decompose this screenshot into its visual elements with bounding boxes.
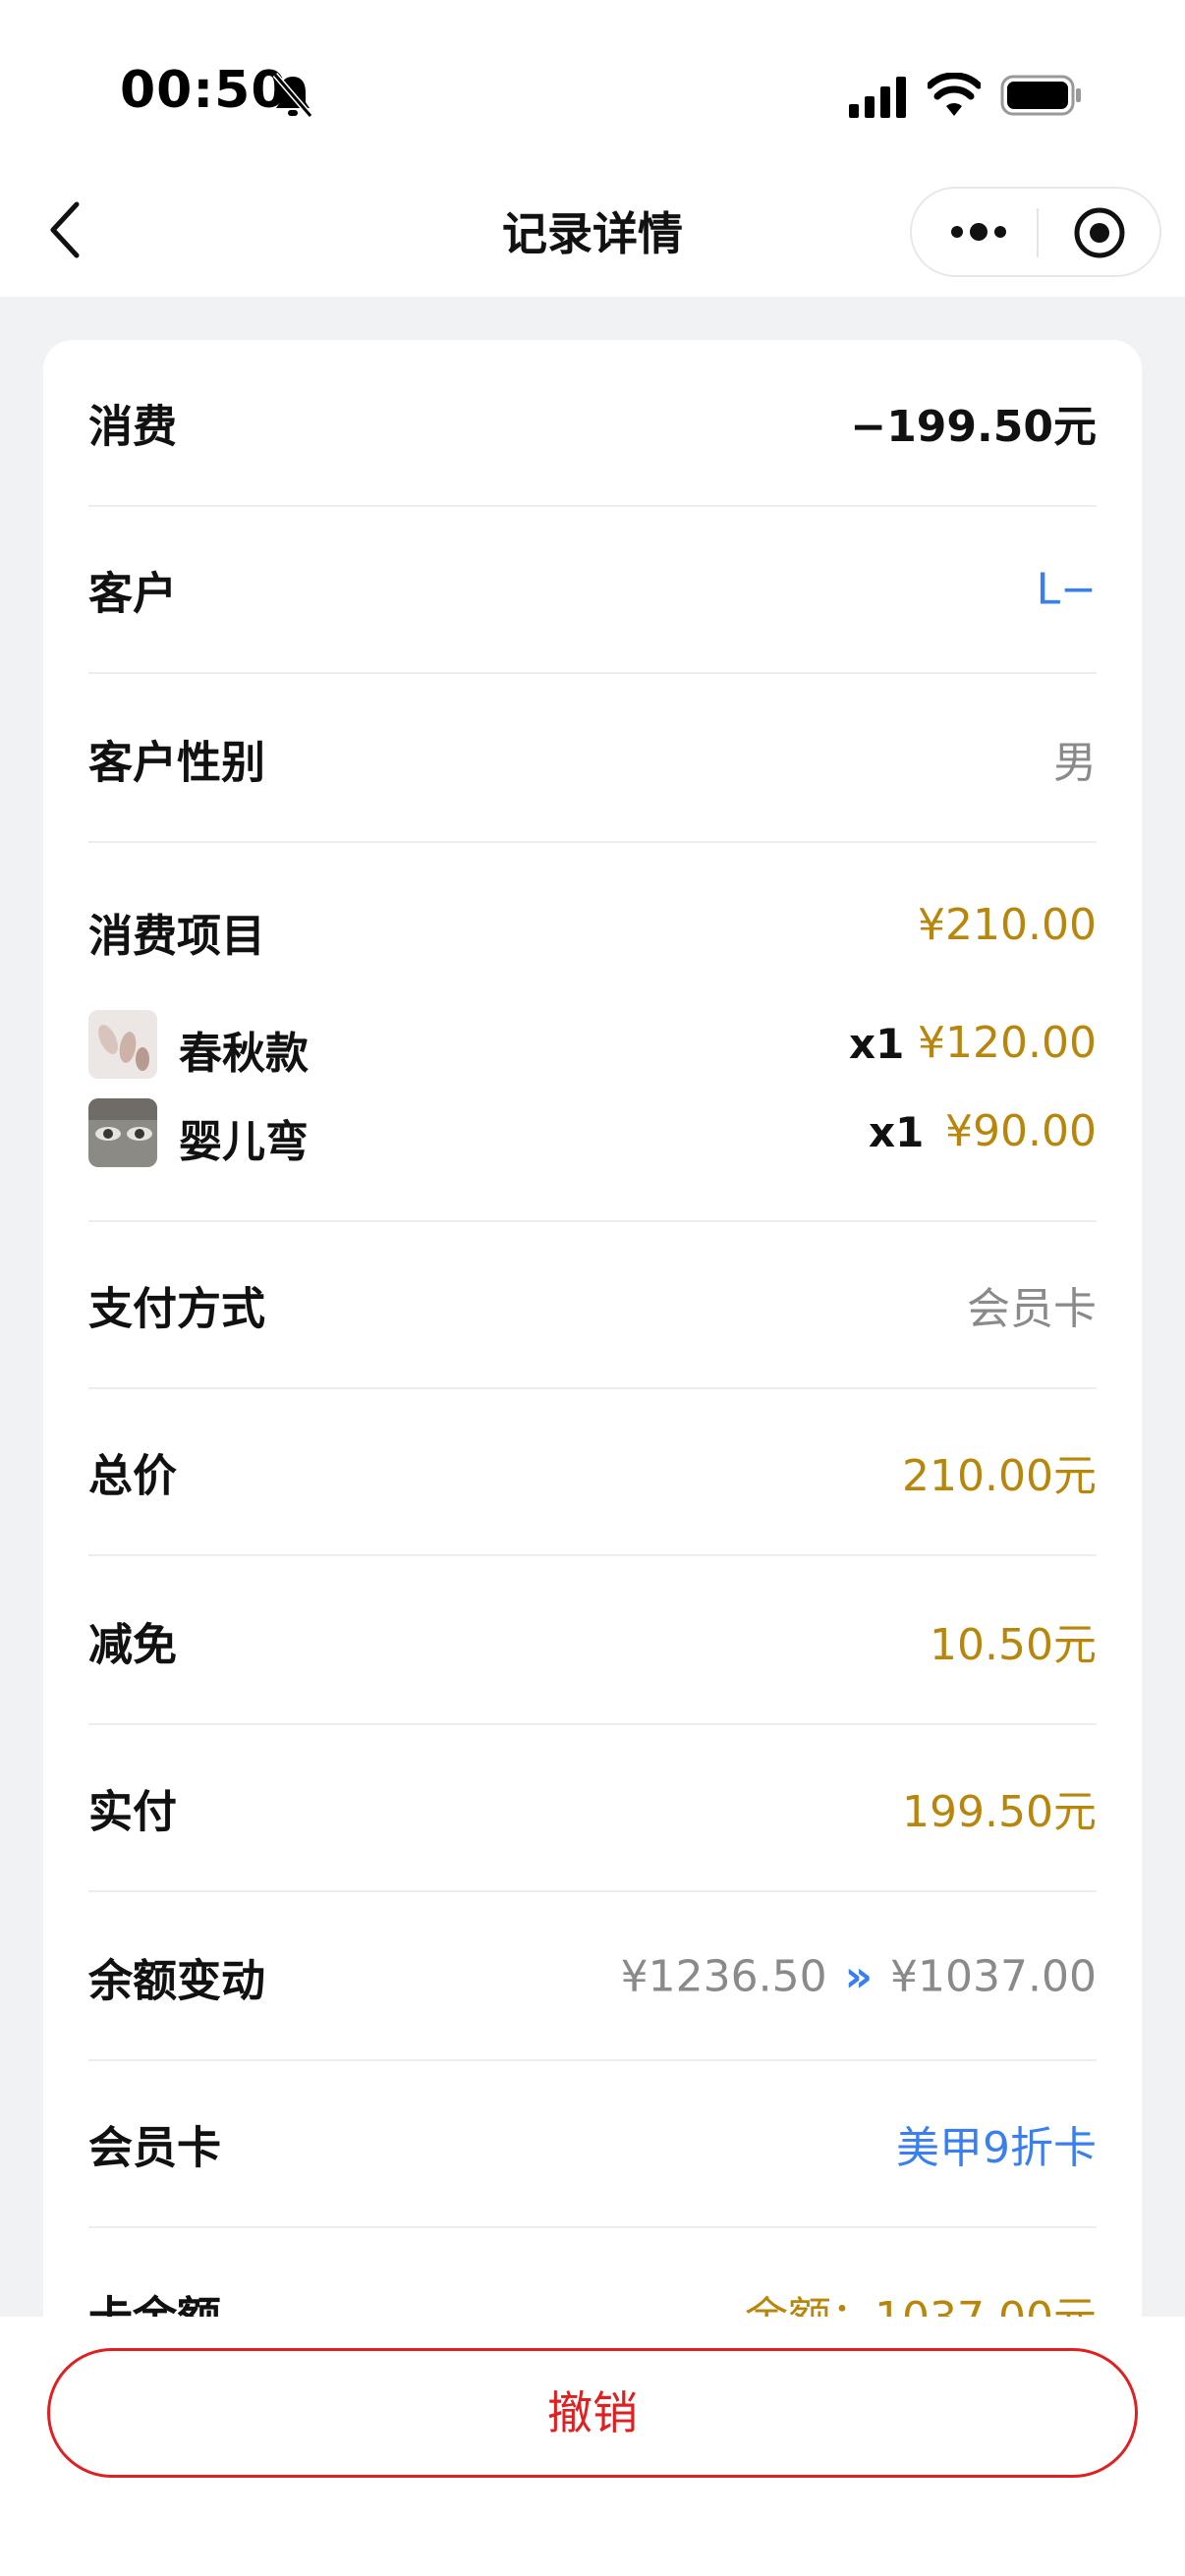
total-price-value: 210.00元 bbox=[902, 1451, 1097, 1501]
item-name: 婴儿弯 bbox=[179, 1117, 309, 1167]
row-customer: 客户 L− bbox=[88, 507, 1097, 674]
row-actual-paid: 实付 199.50元 bbox=[88, 1725, 1097, 1892]
more-options-icon[interactable] bbox=[947, 212, 1010, 252]
actual-paid-value: 199.50元 bbox=[902, 1787, 1097, 1837]
balance-from: ¥1236.50 bbox=[620, 1951, 827, 2002]
bell-muted-icon bbox=[272, 73, 313, 118]
item-qty: x1 bbox=[849, 1020, 905, 1068]
row-consumption: 消费 −199.50元 bbox=[88, 340, 1097, 507]
gender-value: 男 bbox=[1053, 738, 1097, 788]
customer-label: 客户 bbox=[88, 567, 178, 620]
revoke-button[interactable]: 撤销 bbox=[47, 2348, 1138, 2478]
item-thumbnail bbox=[88, 1098, 157, 1167]
consumption-label: 消费 bbox=[88, 400, 178, 453]
discount-value: 10.50元 bbox=[930, 1620, 1097, 1670]
item-qty: x1 bbox=[869, 1108, 925, 1156]
capsule-divider bbox=[1037, 208, 1039, 257]
discount-label: 减免 bbox=[88, 1618, 178, 1671]
status-bar: 00:50 bbox=[0, 0, 1185, 167]
list-item: 婴儿弯 x1 ¥90.00 bbox=[88, 1098, 1097, 1169]
row-discount: 减免 10.50元 bbox=[88, 1558, 1097, 1725]
total-price-label: 总价 bbox=[88, 1449, 178, 1502]
close-miniprogram-icon[interactable] bbox=[1073, 206, 1126, 259]
balance-change-label: 余额变动 bbox=[88, 1954, 266, 2007]
payment-value: 会员卡 bbox=[967, 1284, 1097, 1334]
wifi-icon bbox=[928, 73, 981, 116]
row-member-card: 会员卡 美甲9折卡 bbox=[88, 2061, 1097, 2228]
row-gender: 客户性别 男 bbox=[88, 676, 1097, 843]
double-chevron-right-icon: » bbox=[844, 1951, 874, 2002]
consumption-items: 消费项目 ¥210.00 春秋款 x1 ¥120.00 婴儿弯 x1 ¥90.0… bbox=[88, 845, 1097, 1222]
consumption-value: −199.50元 bbox=[850, 402, 1097, 452]
record-detail-card: 消费 −199.50元 客户 L− 客户性别 男 消费项目 ¥210.00 春秋… bbox=[43, 340, 1142, 2364]
battery-icon bbox=[1000, 75, 1081, 116]
item-thumbnail bbox=[88, 1010, 157, 1079]
item-price: ¥120.00 bbox=[918, 1018, 1097, 1068]
bottom-action-bar: 撤销 bbox=[0, 2317, 1185, 2576]
list-item: 春秋款 x1 ¥120.00 bbox=[88, 1010, 1097, 1081]
customer-link[interactable]: L− bbox=[1037, 565, 1097, 615]
actual-paid-label: 实付 bbox=[88, 1785, 178, 1838]
payment-label: 支付方式 bbox=[88, 1282, 266, 1335]
item-name: 春秋款 bbox=[179, 1029, 309, 1079]
cellular-signal-icon bbox=[849, 77, 906, 118]
row-total-price: 总价 210.00元 bbox=[88, 1389, 1097, 1556]
item-price: ¥90.00 bbox=[945, 1106, 1097, 1156]
member-card-link[interactable]: 美甲9折卡 bbox=[896, 2112, 1097, 2175]
items-total: ¥210.00 bbox=[918, 900, 1097, 950]
balance-change-value: ¥1236.50 » ¥1037.00 bbox=[621, 1952, 1097, 2002]
row-payment-method: 支付方式 会员卡 bbox=[88, 1222, 1097, 1389]
status-time: 00:50 bbox=[120, 61, 288, 120]
member-card-label: 会员卡 bbox=[88, 2121, 222, 2174]
mini-program-capsule bbox=[910, 187, 1161, 277]
row-balance-change: 余额变动 ¥1236.50 » ¥1037.00 bbox=[88, 1894, 1097, 2061]
balance-to: ¥1037.00 bbox=[890, 1951, 1097, 2002]
navigation-bar: 记录详情 bbox=[0, 167, 1185, 297]
items-label: 消费项目 bbox=[88, 910, 266, 962]
gender-label: 客户性别 bbox=[88, 736, 266, 789]
